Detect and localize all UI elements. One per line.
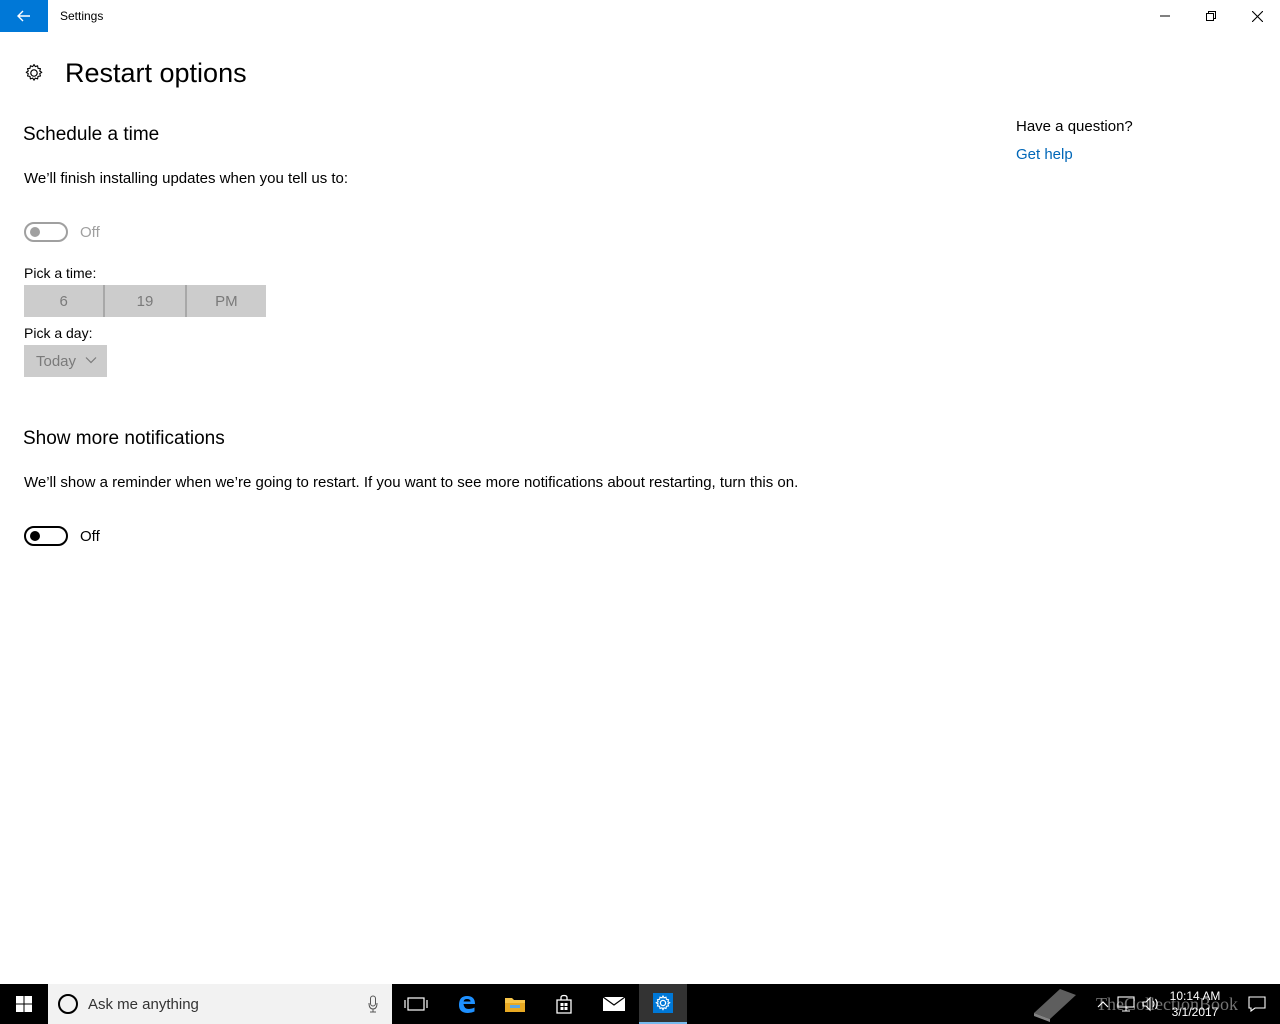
schedule-toggle-state: Off <box>80 223 100 241</box>
page-header: Restart options <box>24 58 247 88</box>
minimize-button[interactable] <box>1142 0 1188 32</box>
action-center-button[interactable] <box>1234 984 1280 1024</box>
close-button[interactable] <box>1234 0 1280 32</box>
search-placeholder: Ask me anything <box>88 995 199 1013</box>
edge-button[interactable] <box>443 984 491 1024</box>
time-minute[interactable]: 19 <box>105 285 184 317</box>
store-icon <box>556 994 572 1014</box>
toggle-knob <box>30 531 40 541</box>
gear-icon <box>25 63 43 81</box>
restore-icon <box>1206 11 1216 21</box>
schedule-toggle-row: Off <box>24 222 100 242</box>
store-button[interactable] <box>540 984 588 1024</box>
notifications-description: We’ll show a reminder when we’re going t… <box>24 474 799 491</box>
minimize-icon <box>1160 15 1170 17</box>
title-bar: Settings <box>0 0 1280 32</box>
task-view-icon <box>404 997 428 1011</box>
pick-day-label: Pick a day: <box>24 325 93 341</box>
page-title: Restart options <box>65 57 247 88</box>
have-a-question: Have a question? <box>1016 118 1133 135</box>
start-button[interactable] <box>0 984 48 1024</box>
close-icon <box>1251 10 1263 22</box>
taskbar: Ask me anything TheCollectionBook 10:14 … <box>0 984 1280 1024</box>
taskbar-clock[interactable]: 10:14 AM 3/1/2017 <box>1166 988 1224 1020</box>
show-hidden-icons-button[interactable] <box>1092 984 1114 1024</box>
time-hour[interactable]: 6 <box>24 285 103 317</box>
notifications-toggle-row: Off <box>24 526 100 546</box>
get-help-link[interactable]: Get help <box>1016 146 1073 163</box>
microphone-icon[interactable] <box>368 995 378 1013</box>
notifications-section-title: Show more notifications <box>23 428 225 449</box>
notifications-toggle-state: Off <box>80 527 100 545</box>
clock-date: 3/1/2017 <box>1171 1005 1219 1019</box>
network-tray-button[interactable] <box>1114 984 1138 1024</box>
book-icon <box>1034 989 1076 1022</box>
network-icon <box>1117 996 1135 1012</box>
file-explorer-button[interactable] <box>491 984 539 1024</box>
toggle-knob <box>30 227 40 237</box>
day-select[interactable]: Today <box>24 345 107 377</box>
schedule-description: We’ll finish installing updates when you… <box>24 170 349 187</box>
notifications-toggle[interactable] <box>24 526 68 546</box>
edge-icon <box>459 996 475 1013</box>
clock-time: 10:14 AM <box>1169 989 1221 1003</box>
schedule-section-title: Schedule a time <box>23 124 160 145</box>
volume-icon <box>1142 996 1158 1012</box>
mail-button[interactable] <box>590 984 638 1024</box>
windows-logo-icon <box>16 996 32 1012</box>
search-box[interactable]: Ask me anything <box>48 984 392 1024</box>
arrow-left-icon <box>17 10 30 22</box>
time-period[interactable]: PM <box>187 285 266 317</box>
restore-button[interactable] <box>1188 0 1234 32</box>
pick-time-label: Pick a time: <box>24 265 97 281</box>
mail-icon <box>602 996 626 1011</box>
chevron-up-icon <box>1097 1001 1109 1008</box>
action-center-icon <box>1248 996 1266 1012</box>
chevron-down-icon <box>85 357 97 364</box>
cortana-icon <box>58 994 78 1014</box>
task-view-button[interactable] <box>392 984 440 1024</box>
app-title: Settings <box>60 9 104 23</box>
time-picker[interactable]: 6 19 PM <box>24 285 266 317</box>
settings-taskbar-button[interactable] <box>639 984 687 1024</box>
file-explorer-icon <box>505 998 525 1012</box>
back-button[interactable] <box>0 0 48 32</box>
day-select-value: Today <box>36 352 77 370</box>
schedule-toggle[interactable] <box>24 222 68 242</box>
volume-tray-button[interactable] <box>1138 984 1164 1024</box>
settings-icon <box>653 993 673 1013</box>
